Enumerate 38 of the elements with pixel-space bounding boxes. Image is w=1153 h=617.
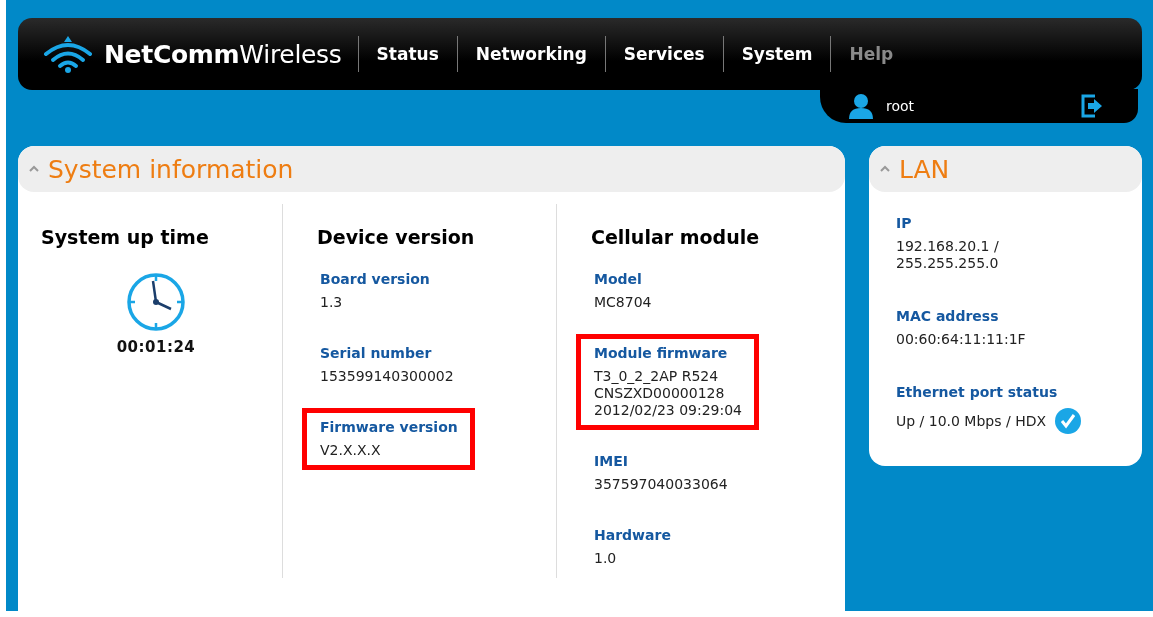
field-label: Serial number <box>320 345 433 361</box>
panel-title: System information <box>48 154 294 184</box>
field-value: 192.168.20.1 / 255.255.255.0 <box>896 238 999 272</box>
column-heading: Device version <box>317 226 476 248</box>
nav-link[interactable]: System <box>722 36 831 72</box>
column-heading: System up time <box>41 226 210 248</box>
brand-logo: NetCommWireless <box>104 39 342 69</box>
wifi-logo-icon <box>42 34 94 74</box>
username: root <box>886 98 916 114</box>
nav-link[interactable]: Services <box>604 36 723 72</box>
field-value: 357597040033064 <box>594 476 728 493</box>
field-value: V2.X.X.X <box>320 442 381 459</box>
field-label: IMEI <box>594 453 629 469</box>
field-value: T3_0_2_2AP R524 CNSZXD00000128 2012/02/23 09:29:04 <box>594 368 743 419</box>
field-value: 00:60:64:11:11:1F <box>896 331 1026 348</box>
field-value: 1.3 <box>320 294 343 311</box>
field-label: Ethernet port status <box>896 384 1059 400</box>
column-heading: Cellular module <box>591 226 761 248</box>
field-label: Board version <box>320 271 430 287</box>
field-label: IP <box>896 215 913 231</box>
field-label: Hardware <box>594 527 671 543</box>
caret-icon[interactable] <box>28 165 40 173</box>
field-label: Firmware version <box>320 419 458 435</box>
field-value: MC8704 <box>594 294 652 311</box>
field-label: Module firmware <box>594 345 729 361</box>
panel-title: LAN <box>899 154 950 184</box>
field-value: Up / 10.0 Mbps / HDX <box>896 412 1047 430</box>
caret-icon[interactable] <box>879 165 891 173</box>
nav-link[interactable]: Networking <box>456 36 605 72</box>
uptime-value: 00:01:24 <box>116 338 196 356</box>
field-value: 1.0 <box>594 550 617 567</box>
clock-icon <box>126 272 186 332</box>
logout-icon[interactable] <box>1080 93 1104 119</box>
field-value: 153599140300002 <box>320 368 454 385</box>
user-icon <box>848 93 874 119</box>
field-label: Model <box>594 271 643 287</box>
nav-link[interactable]: Status <box>357 36 457 72</box>
field-label: MAC address <box>896 308 1000 324</box>
